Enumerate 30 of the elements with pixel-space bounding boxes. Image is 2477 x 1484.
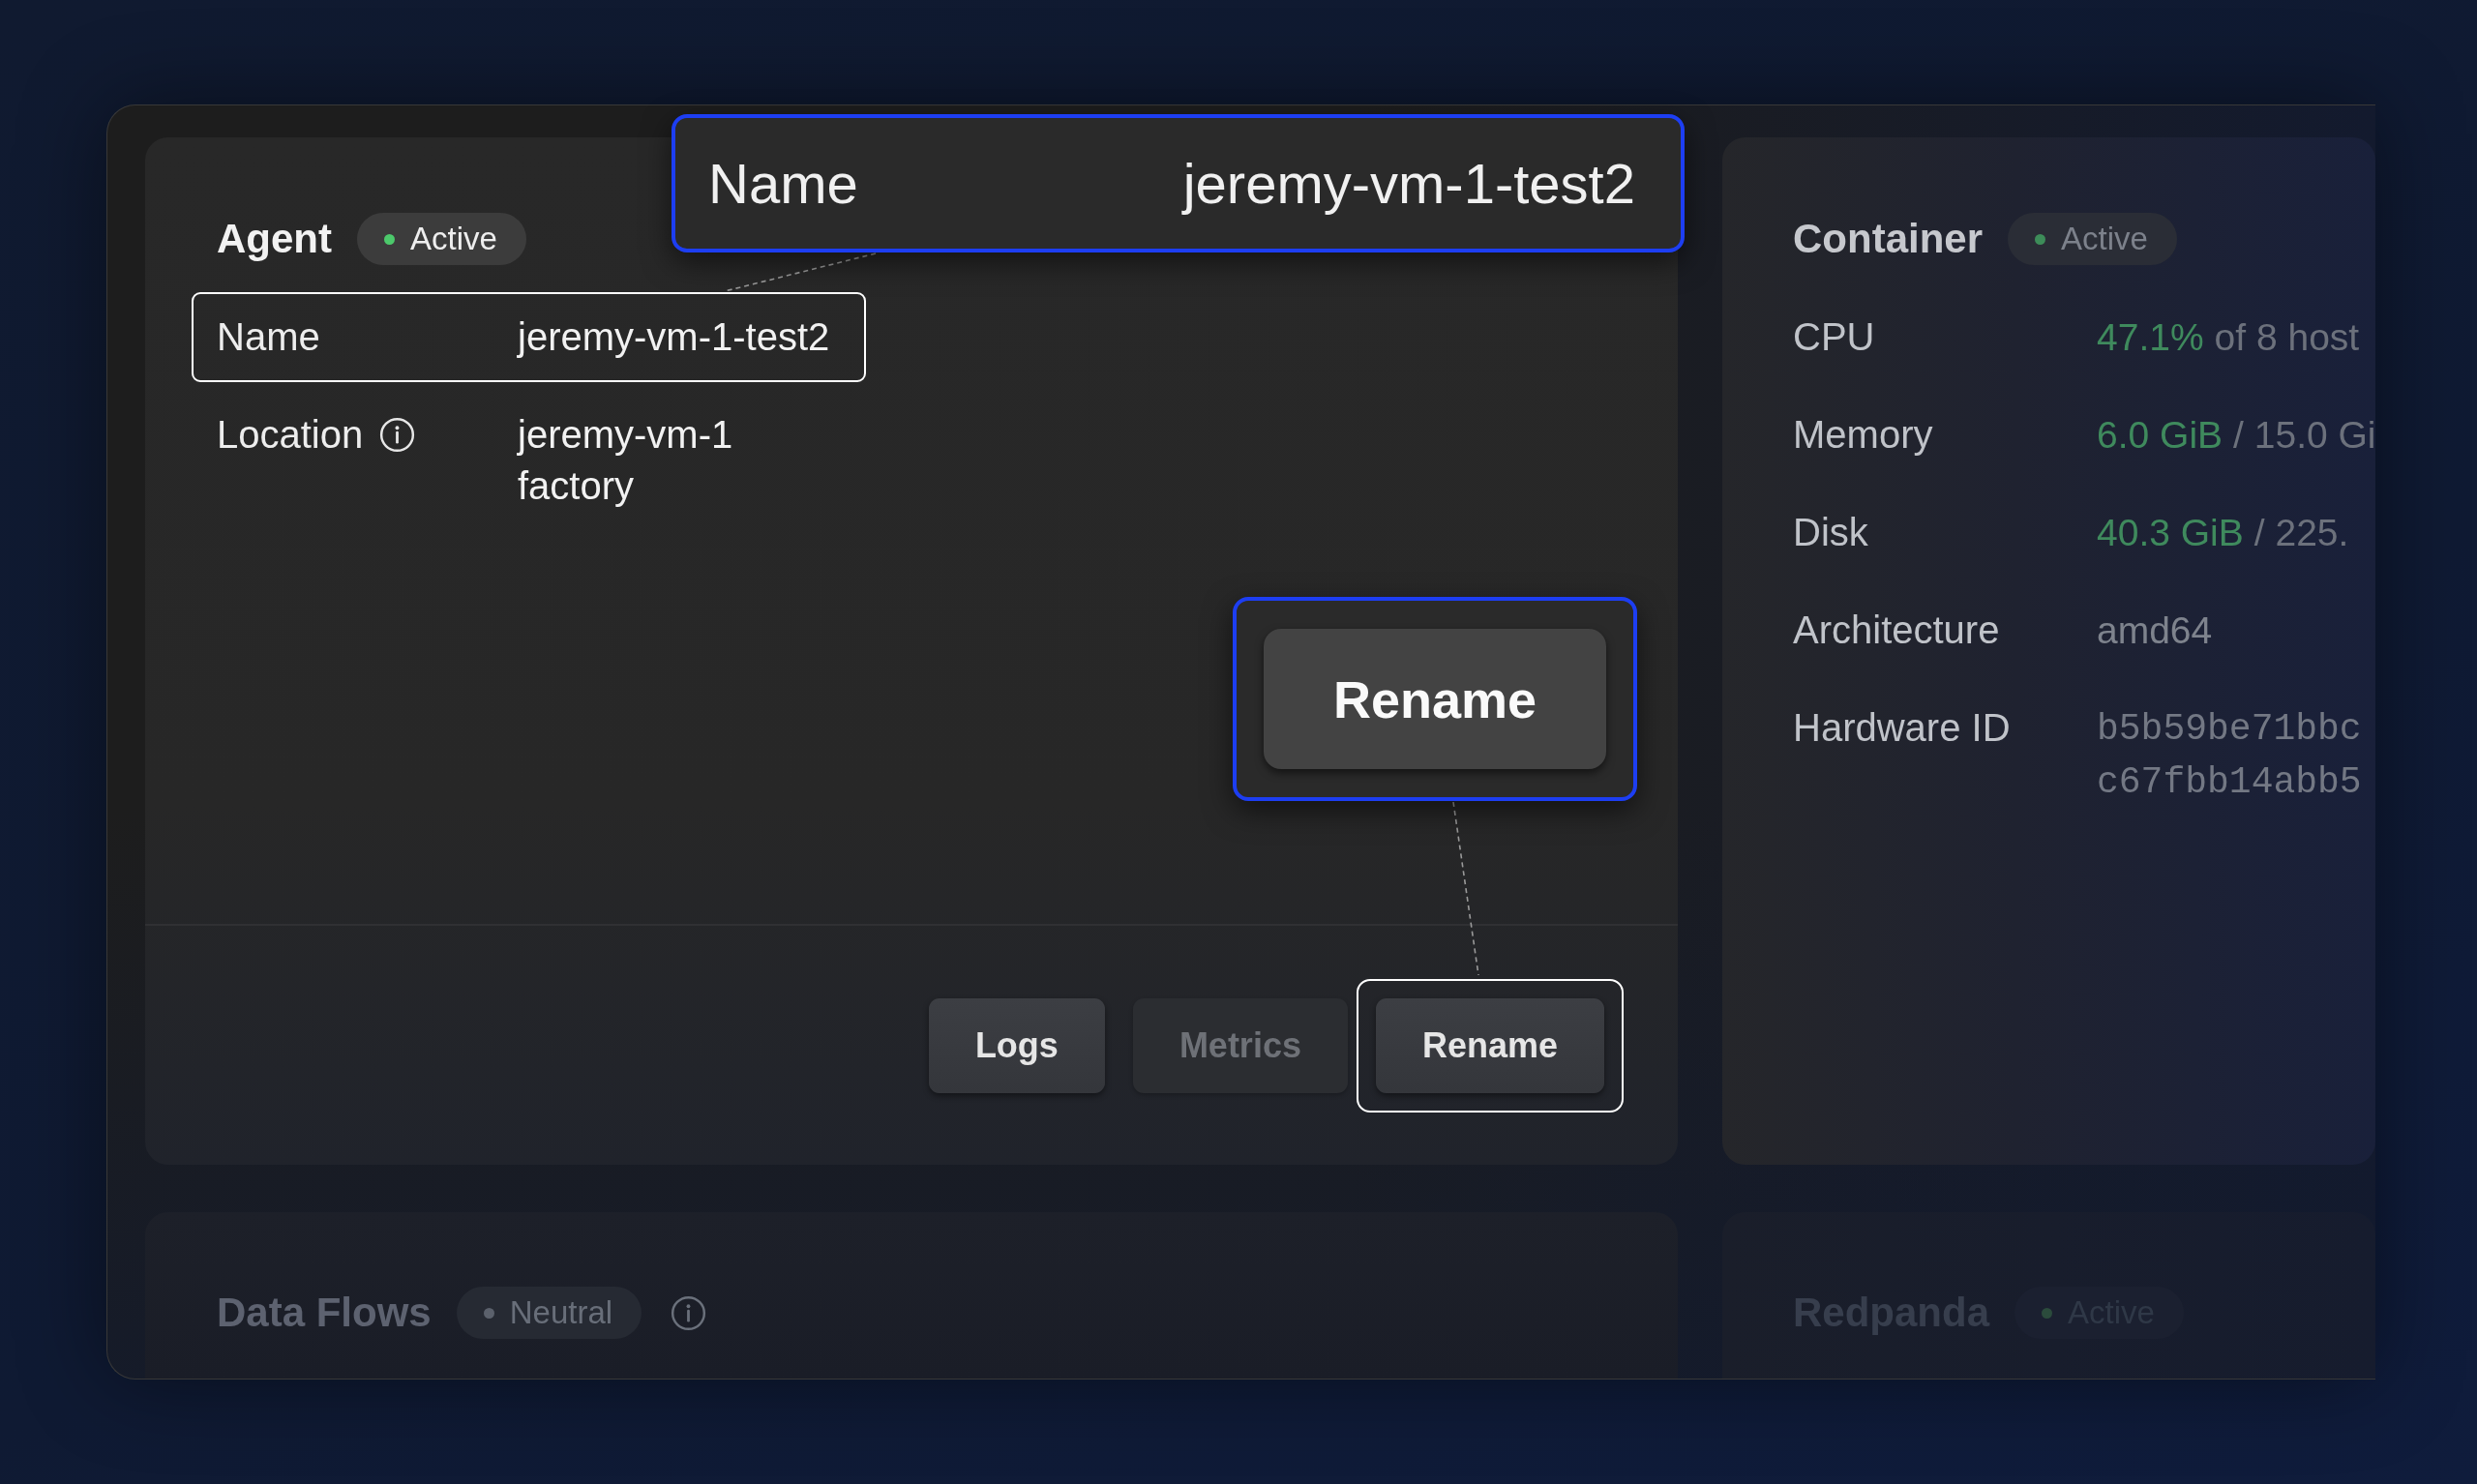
field-label: Name [217,314,320,360]
rename-button[interactable]: Rename [1264,629,1606,769]
action-button[interactable]: Rename [1375,997,1604,1093]
row-label: Hardware ID [1793,705,2012,751]
usage-value: 40.3 GiB [2097,511,2244,555]
status-label: Active [2061,221,2148,257]
field-label: Name [708,151,858,216]
field-value: jeremy-vm-1-test2 [518,314,830,360]
total-value: of 8 host [2214,315,2360,360]
row-value: amd64 [2097,608,2213,653]
row-label: Memory [1793,412,1934,458]
row-label: Disk [1793,510,1869,555]
hardware-id-value: b5b59be71bbc [2097,707,2363,752]
section-title: Container [1793,216,1983,262]
usage-value: 47.1% [2097,315,2204,360]
section-title: Data Flows [217,1290,432,1336]
field-value: jeremy-vm-1 [518,412,733,458]
row-label: CPU [1793,314,1876,360]
section-title: Agent [217,216,332,262]
total-value: / 225. [2253,511,2349,555]
status-label: Active [410,221,497,257]
total-value: / 15.0 Gi [2233,413,2376,458]
field-value: jeremy-vm-1-test2 [1182,151,1635,216]
row-label: Architecture [1793,608,2001,653]
field-value: factory [518,463,636,509]
hardware-id-value: c67fbb14abb5 [2097,760,2363,805]
field-label: Location [217,412,364,458]
usage-value: 6.0 GiB [2097,413,2223,458]
status-label: Neutral [509,1294,613,1331]
action-button[interactable]: Logs [928,997,1105,1093]
